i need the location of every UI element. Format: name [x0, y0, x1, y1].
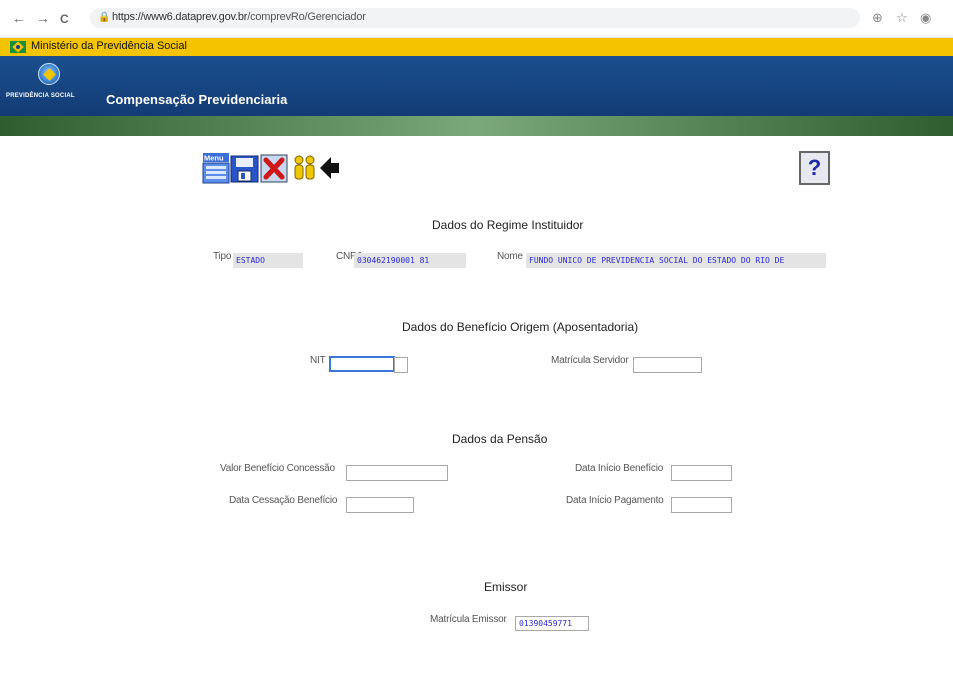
header-divider — [0, 116, 953, 136]
tipo-label: Tipo — [213, 251, 232, 262]
ministry-bar: Ministério da Previdência Social — [0, 38, 953, 56]
nome-label: Nome — [497, 251, 523, 262]
regime-section-title: Dados do Regime Instituidor — [432, 218, 584, 232]
help-button[interactable]: ? — [799, 151, 830, 185]
help-icon: ? — [807, 155, 822, 180]
nit-label: NIT — [310, 355, 326, 366]
nit-digit-input[interactable] — [394, 357, 408, 373]
pensao-section-title: Dados da Pensão — [452, 432, 548, 446]
data-inicio-beneficio-label: Data Início Benefício — [575, 463, 664, 474]
cancel-button[interactable] — [260, 152, 290, 184]
matricula-emissor-label: Matrícula Emissor — [430, 614, 507, 625]
menu-label: Menu — [204, 154, 224, 163]
url-text: https://www6.dataprev.gov.br/comprevRo/G… — [112, 11, 366, 23]
users-button[interactable] — [290, 152, 320, 184]
emissor-section-title: Emissor — [484, 580, 528, 594]
nome-field[interactable]: FUNDO UNICO DE PREVIDENCIA SOCIAL DO EST… — [526, 253, 826, 268]
nit-input[interactable] — [329, 356, 395, 372]
forward-icon[interactable]: → — [36, 10, 50, 26]
data-inicio-beneficio-input[interactable] — [671, 465, 732, 481]
data-cessacao-label: Data Cessação Benefício — [229, 495, 338, 506]
zoom-icon[interactable]: ⊕ — [872, 10, 883, 26]
profile-icon[interactable]: ◉ — [920, 10, 931, 26]
matricula-servidor-input[interactable] — [633, 357, 702, 373]
valor-beneficio-label: Valor Benefício Concessão — [220, 463, 335, 474]
back-arrow-button[interactable] — [318, 152, 342, 184]
matricula-servidor-label: Matrícula Servidor — [551, 355, 629, 366]
beneficio-section-title: Dados do Benefício Origem (Aposentadoria… — [402, 320, 639, 334]
menu-button[interactable]: Menu — [202, 152, 232, 184]
tipo-field[interactable]: ESTADO — [233, 253, 303, 268]
browser-toolbar: ← → C 🔒 https://www6.dataprev.gov.br/com… — [0, 0, 953, 38]
app-header: PREVIDÊNCIA SOCIAL Compensação Previdenc… — [0, 56, 953, 116]
data-inicio-pagamento-label: Data Início Pagamento — [566, 495, 664, 506]
cnpj-field[interactable]: 030462190001 81 — [354, 253, 466, 268]
back-icon[interactable]: ← — [12, 10, 26, 26]
previdencia-logo-icon — [38, 63, 60, 85]
logo-text: PREVIDÊNCIA SOCIAL — [6, 93, 75, 99]
save-button[interactable] — [230, 152, 260, 184]
valor-beneficio-input[interactable] — [346, 465, 448, 481]
app-title: Compensação Previdenciaria — [106, 92, 288, 107]
lock-icon: 🔒 — [98, 12, 111, 23]
reload-icon[interactable]: C — [60, 11, 69, 27]
data-inicio-pagamento-input[interactable] — [671, 497, 732, 513]
star-icon[interactable]: ☆ — [896, 10, 908, 26]
address-bar[interactable]: 🔒 https://www6.dataprev.gov.br/comprevRo… — [90, 8, 860, 28]
ministry-label[interactable]: Ministério da Previdência Social — [31, 40, 187, 52]
matricula-emissor-input[interactable]: 01390459771 — [515, 616, 589, 631]
data-cessacao-input[interactable] — [346, 497, 414, 513]
brazil-flag-icon — [10, 41, 26, 53]
